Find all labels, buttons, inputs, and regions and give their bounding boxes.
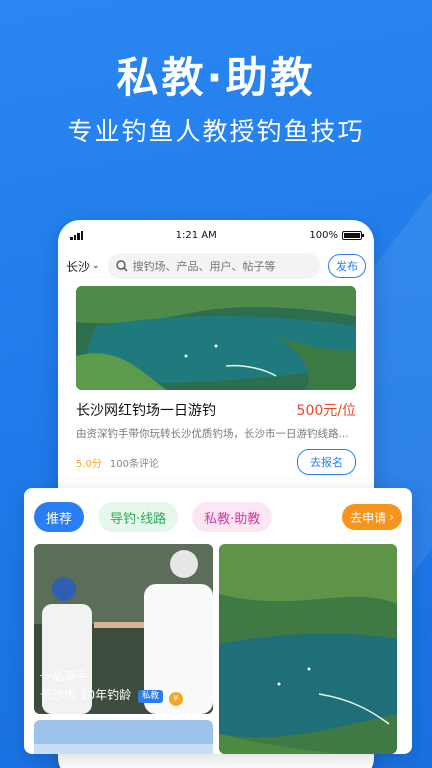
next-tile[interactable]	[34, 720, 213, 754]
apply-button[interactable]: 去申请 ›	[342, 504, 402, 530]
city-label: 长沙	[66, 259, 91, 274]
lake-photo	[219, 544, 397, 754]
lake-tile[interactable]	[219, 544, 397, 754]
listing-price: 500元/位	[296, 403, 356, 419]
search-icon	[115, 260, 128, 272]
battery-percent: 100%	[309, 229, 338, 241]
coach-tile[interactable]: 一品高手 长沙市 10年钓龄 私教 ¥	[34, 544, 213, 714]
content-grid: 一品高手 长沙市 10年钓龄 私教 ¥	[34, 544, 402, 754]
signup-button[interactable]: 去报名	[297, 449, 356, 475]
coach-info: 长沙市 10年钓龄	[40, 688, 132, 702]
battery-icon	[341, 230, 364, 240]
listing-score: 5.0分	[76, 458, 102, 470]
search-row: 长沙 ⌄ 发布	[58, 250, 374, 282]
listing-description: 由资深钓手带你玩转长沙优质钓场，长沙市一日游钓线路...	[76, 428, 349, 440]
category-panel: 推荐 导钓·线路 私教·助教 去申请 › 一品高手 长沙市 10年钓龄 私教 ¥	[24, 488, 412, 754]
publish-button[interactable]: 发布	[328, 254, 366, 278]
category-tabs: 推荐 导钓·线路 私教·助教 去申请 ›	[24, 488, 412, 546]
medal-icon: ¥	[168, 692, 183, 706]
tab-private-coach[interactable]: 私教·助教	[192, 502, 273, 532]
apply-label: 去申请	[350, 510, 387, 525]
signal-icon	[70, 230, 83, 240]
status-time: 1:21 AM	[175, 229, 217, 241]
search-box[interactable]	[107, 253, 320, 279]
coach-badge: 私教	[137, 690, 163, 703]
status-bar: 1:21 AM 100%	[58, 220, 374, 250]
coach-name: 一品高手	[40, 669, 89, 683]
listing-reviews: 100条评论	[109, 458, 159, 470]
listing-title: 长沙网红钓场一日游钓	[76, 403, 216, 419]
listing-image	[76, 286, 356, 390]
next-photo	[34, 720, 213, 754]
tab-recommend[interactable]: 推荐	[34, 502, 85, 532]
hero-subtitle: 专业钓鱼人教授钓鱼技巧	[67, 117, 365, 146]
listing-card[interactable]: 长沙网红钓场一日游钓 500元/位 由资深钓手带你玩转长沙优质钓场，长沙市一日游…	[76, 286, 356, 475]
city-selector[interactable]: 长沙 ⌄	[66, 258, 100, 275]
tab-guide-route[interactable]: 导钓·线路	[98, 502, 179, 532]
search-input[interactable]	[132, 259, 312, 273]
chevron-down-icon: ⌄	[92, 261, 100, 271]
chevron-right-icon: ›	[389, 510, 394, 524]
hero-title: 私教·助教	[116, 53, 316, 102]
